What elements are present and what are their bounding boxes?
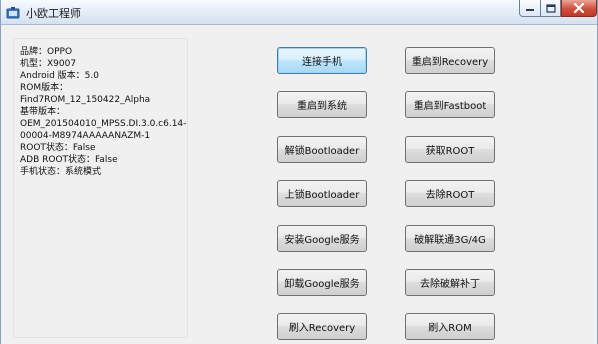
install-google-services-button[interactable]: 安装Google服务 <box>277 225 367 252</box>
app-window: 小欧工程师 品牌：OPPO 机型：X9007 Android 版本：5.0 RO… <box>0 0 598 344</box>
info-baseband-line2: 00004-M8974AAAAANAZM-1 <box>20 131 151 141</box>
maximize-button[interactable] <box>540 0 561 17</box>
info-baseband-line1: OEM_201504010_MPSS.DI.3.0.c6.14- <box>20 119 187 129</box>
minimize-icon <box>526 9 534 11</box>
info-android-version: Android 版本：5.0 <box>20 71 99 81</box>
info-root-status: ROOT状态：False <box>20 143 96 153</box>
info-rom-version: Find7ROM_12_150422_Alpha <box>20 95 151 105</box>
info-baseband-label: 基带版本： <box>20 107 66 117</box>
info-phone-status: 手机状态：系统模式 <box>20 167 102 177</box>
app-icon <box>6 5 20 19</box>
info-rom-version-label: ROM版本： <box>20 83 69 93</box>
crack-unicom-3g4g-button[interactable]: 破解联通3G/4G <box>405 225 495 252</box>
maximize-icon <box>545 3 556 13</box>
title-bar[interactable]: 小欧工程师 <box>1 0 597 25</box>
unlock-bootloader-button[interactable]: 解锁Bootloader <box>277 136 367 163</box>
reboot-system-button[interactable]: 重启到系统 <box>277 91 367 118</box>
remove-root-button[interactable]: 去除ROOT <box>405 180 495 207</box>
info-adb-root-status: ADB ROOT状态：False <box>20 155 118 165</box>
get-root-button[interactable]: 获取ROOT <box>405 136 495 163</box>
remove-crack-patch-button[interactable]: 去除破解补丁 <box>405 269 495 296</box>
info-brand: 品牌：OPPO <box>20 47 73 57</box>
connect-phone-button[interactable]: 连接手机 <box>277 47 367 74</box>
flash-rom-button[interactable]: 刷入ROM <box>405 313 495 340</box>
uninstall-google-services-button[interactable]: 卸载Google服务 <box>277 269 367 296</box>
info-model: 机型：X9007 <box>20 59 77 69</box>
device-info-panel: 品牌：OPPO 机型：X9007 Android 版本：5.0 ROM版本： F… <box>13 38 188 338</box>
flash-recovery-button[interactable]: 刷入Recovery <box>277 313 367 340</box>
minimize-button[interactable] <box>519 0 541 17</box>
close-icon <box>573 3 585 13</box>
window-title: 小欧工程师 <box>26 7 81 20</box>
reboot-fastboot-button[interactable]: 重启到Fastboot <box>405 91 495 118</box>
close-button[interactable] <box>561 0 597 17</box>
reboot-recovery-button[interactable]: 重启到Recovery <box>405 47 495 74</box>
lock-bootloader-button[interactable]: 上锁Bootloader <box>277 180 367 207</box>
